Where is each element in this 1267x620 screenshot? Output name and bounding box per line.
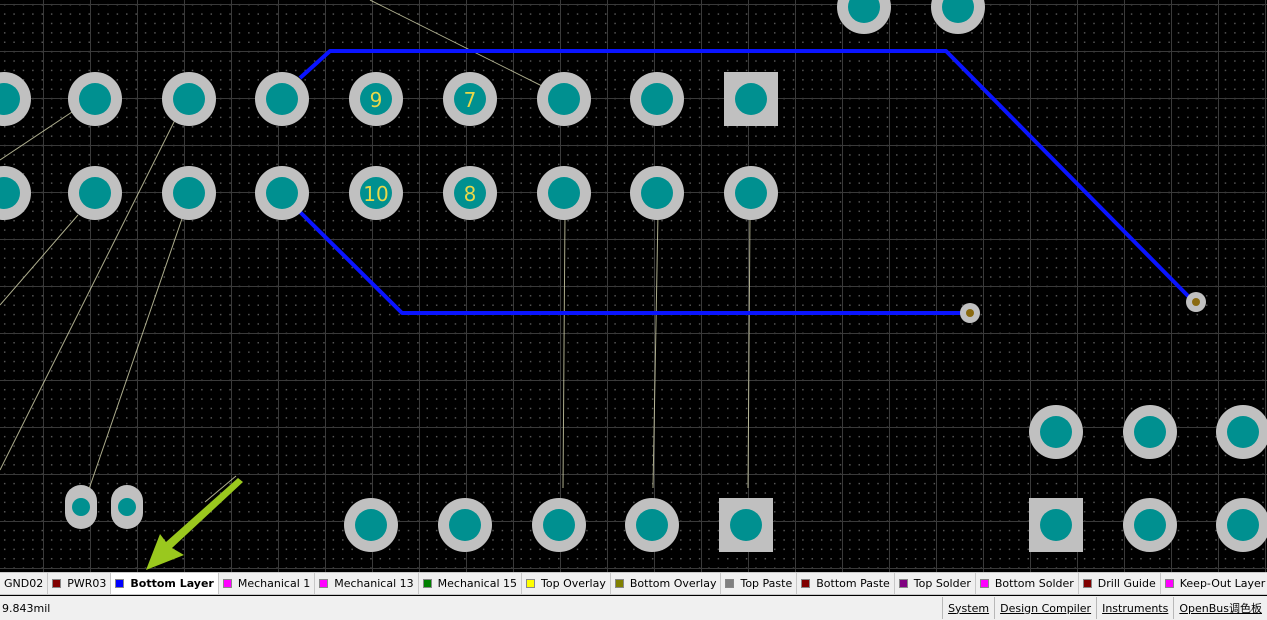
layer-tab-label: Bottom Layer: [130, 577, 214, 590]
pad-hole: [735, 177, 767, 209]
layer-color-swatch: [898, 579, 908, 588]
layer-tab-label: Mechanical 15: [437, 577, 518, 590]
pcb-drawing[interactable]: 9 7 10 8: [0, 0, 1267, 572]
layer-tab-gnd02[interactable]: GND02: [0, 573, 49, 594]
layer-tab-mechanical-1[interactable]: Mechanical 1: [219, 573, 316, 594]
layer-tab-top-overlay[interactable]: Top Overlay: [522, 573, 611, 594]
layer-tab-label: PWR03: [67, 577, 107, 590]
layer-tab-label: GND02: [4, 577, 44, 590]
via-hole: [966, 309, 974, 317]
pad-hole: [118, 498, 136, 516]
ratsnest-line: [562, 212, 566, 489]
panel-button-openbus-[interactable]: OpenBus调色板: [1173, 597, 1267, 619]
layer-tab-label: Bottom Solder: [994, 577, 1074, 590]
layer-tab-label: Mechanical 13: [334, 577, 414, 590]
layer-color-swatch: [319, 579, 329, 588]
pad-hole: [543, 509, 575, 541]
layer-color-swatch: [979, 579, 989, 588]
layer-tab-label: Mechanical 1: [237, 577, 311, 590]
layer-tab-label: Top Paste: [740, 577, 793, 590]
layer-tab-bottom-paste[interactable]: Bottom Paste: [797, 573, 895, 594]
layer-color-swatch: [52, 579, 62, 588]
pad-number-label: 7: [464, 88, 477, 112]
pad-hole: [641, 83, 673, 115]
pad-hole: [548, 177, 580, 209]
layer-color-swatch: [801, 579, 811, 588]
layer-tab-label: Bottom Overlay: [629, 577, 717, 590]
layer-tabs: GND02 PWR03 Bottom Layer Mechanical 1 Mechan…: [0, 573, 1267, 594]
bottom-layer-trace[interactable]: [298, 210, 966, 315]
panel-button-instruments[interactable]: Instruments: [1096, 597, 1173, 619]
panel-button-system[interactable]: System: [942, 597, 994, 619]
pad-hole: [735, 83, 767, 115]
pad-hole: [266, 177, 298, 209]
layer-tab-drill-guide[interactable]: Drill Guide: [1079, 573, 1161, 594]
pad-hole: [1227, 416, 1259, 448]
layer-tab-label: Keep-Out Layer: [1179, 577, 1266, 590]
pad-hole: [1040, 509, 1072, 541]
layer-tab-top-solder[interactable]: Top Solder: [895, 573, 976, 594]
layer-tab-pwr03[interactable]: PWR03: [48, 573, 112, 594]
pad-hole: [730, 509, 762, 541]
pad-number-label: 10: [363, 182, 388, 206]
ratsnest-line: [87, 209, 186, 493]
pad-hole: [1040, 416, 1072, 448]
pad-hole: [173, 177, 205, 209]
layer-tab-label: Top Overlay: [541, 577, 606, 590]
layer-tabs-bar: GND02 PWR03 Bottom Layer Mechanical 1 Mechan…: [0, 572, 1267, 595]
layer-tab-mechanical-13[interactable]: Mechanical 13: [315, 573, 419, 594]
layer-color-swatch: [1164, 579, 1174, 588]
layer-tab-bottom-layer[interactable]: Bottom Layer: [111, 573, 219, 594]
layer-color-swatch: [115, 579, 125, 588]
pad-hole: [641, 177, 673, 209]
layer-color-swatch: [614, 579, 624, 588]
layer-color-swatch: [422, 579, 432, 588]
pad-hole: [548, 83, 580, 115]
layer-tab-keep-out-layer[interactable]: Keep-Out Layer: [1161, 573, 1267, 594]
layer-color-swatch: [526, 579, 536, 588]
ratsnest-line: [0, 214, 79, 306]
layer-tab-label: Drill Guide: [1097, 577, 1156, 590]
status-bar: 9.843mil System Design Compiler Instrument…: [0, 596, 1267, 620]
layer-tab-label: Bottom Paste: [816, 577, 890, 590]
pad-number-label: 9: [370, 88, 383, 112]
layer-color-swatch: [725, 579, 735, 588]
pad-hole: [1134, 509, 1166, 541]
ratsnest-line: [747, 212, 751, 489]
layer-tab-bottom-overlay[interactable]: Bottom Overlay: [611, 573, 722, 594]
layer-tab-label: Top Solder: [913, 577, 971, 590]
pad-hole: [266, 83, 298, 115]
layer-color-swatch: [222, 579, 232, 588]
layer-color-swatch: [1082, 579, 1092, 588]
pad-hole: [355, 509, 387, 541]
layer-tab-top-paste[interactable]: Top Paste: [721, 573, 798, 594]
pad-hole: [1227, 509, 1259, 541]
panel-buttons: System Design Compiler Instruments OpenBus调…: [942, 597, 1267, 619]
pad-hole: [79, 83, 111, 115]
via-hole: [1192, 298, 1200, 306]
layer-tab-bottom-solder[interactable]: Bottom Solder: [976, 573, 1079, 594]
pad-number-label: 8: [464, 182, 477, 206]
grid-coordinate: 9.843mil: [2, 601, 51, 615]
ratsnest-line: [204, 475, 237, 503]
panel-button-design-compiler[interactable]: Design Compiler: [994, 597, 1096, 619]
pad-hole: [636, 509, 668, 541]
pad-hole: [449, 509, 481, 541]
pad-hole: [1134, 416, 1166, 448]
pad-hole: [79, 177, 111, 209]
pad-hole: [72, 498, 90, 516]
pcb-canvas[interactable]: 9 7 10 8: [0, 0, 1267, 572]
pad-hole: [173, 83, 205, 115]
ratsnest-line: [652, 212, 659, 489]
layer-tab-mechanical-15[interactable]: Mechanical 15: [419, 573, 523, 594]
